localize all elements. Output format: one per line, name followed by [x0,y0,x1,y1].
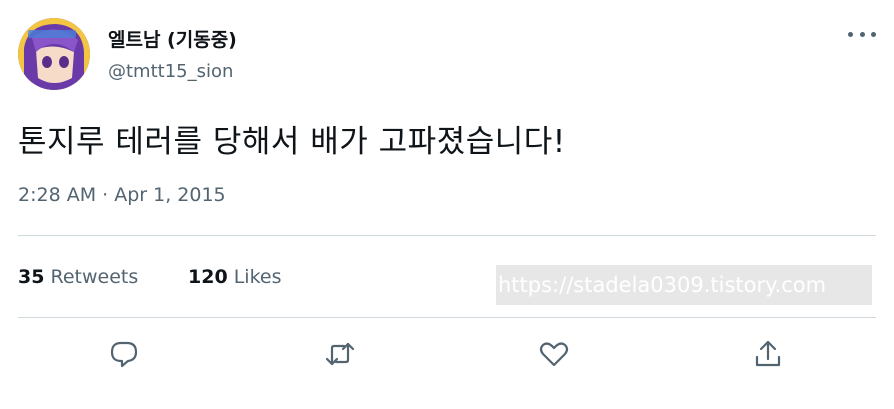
likes-count: 120 [188,266,228,288]
like-button[interactable] [538,338,570,370]
more-options-icon[interactable] [848,30,876,38]
more-dot [859,31,865,37]
retweets-stat[interactable]: 35 Retweets [18,266,138,288]
avatar[interactable] [18,18,90,90]
divider [18,317,876,318]
retweets-count: 35 [18,266,45,288]
tweet-text: 톤지루 테러를 당해서 배가 고파졌습니다! [18,124,566,160]
share-icon [755,340,781,367]
more-dot [871,31,876,37]
likes-stat[interactable]: 120 Likes [188,266,282,288]
like-icon [539,342,569,367]
more-dot [848,31,853,37]
tweet-timestamp[interactable]: 2:28 AM · Apr 1, 2015 [18,184,226,206]
retweets-label: Retweets [50,266,139,288]
retweet-icon [325,342,355,366]
user-handle[interactable]: @tmtt15_sion [108,61,233,82]
tweet-card: 엘트남 (기동중) @tmtt15_sion 톤지루 테러를 당해서 배가 고파… [0,0,894,409]
reply-icon [110,341,138,368]
likes-label: Likes [233,266,282,288]
share-button[interactable] [752,338,784,370]
anime-avatar-icon [18,18,90,90]
display-name[interactable]: 엘트남 (기동중) [108,25,237,52]
divider [18,235,876,236]
retweet-button[interactable] [324,338,356,370]
watermark: https://stadela0309.tistory.com [496,265,872,305]
reply-button[interactable] [108,338,140,370]
